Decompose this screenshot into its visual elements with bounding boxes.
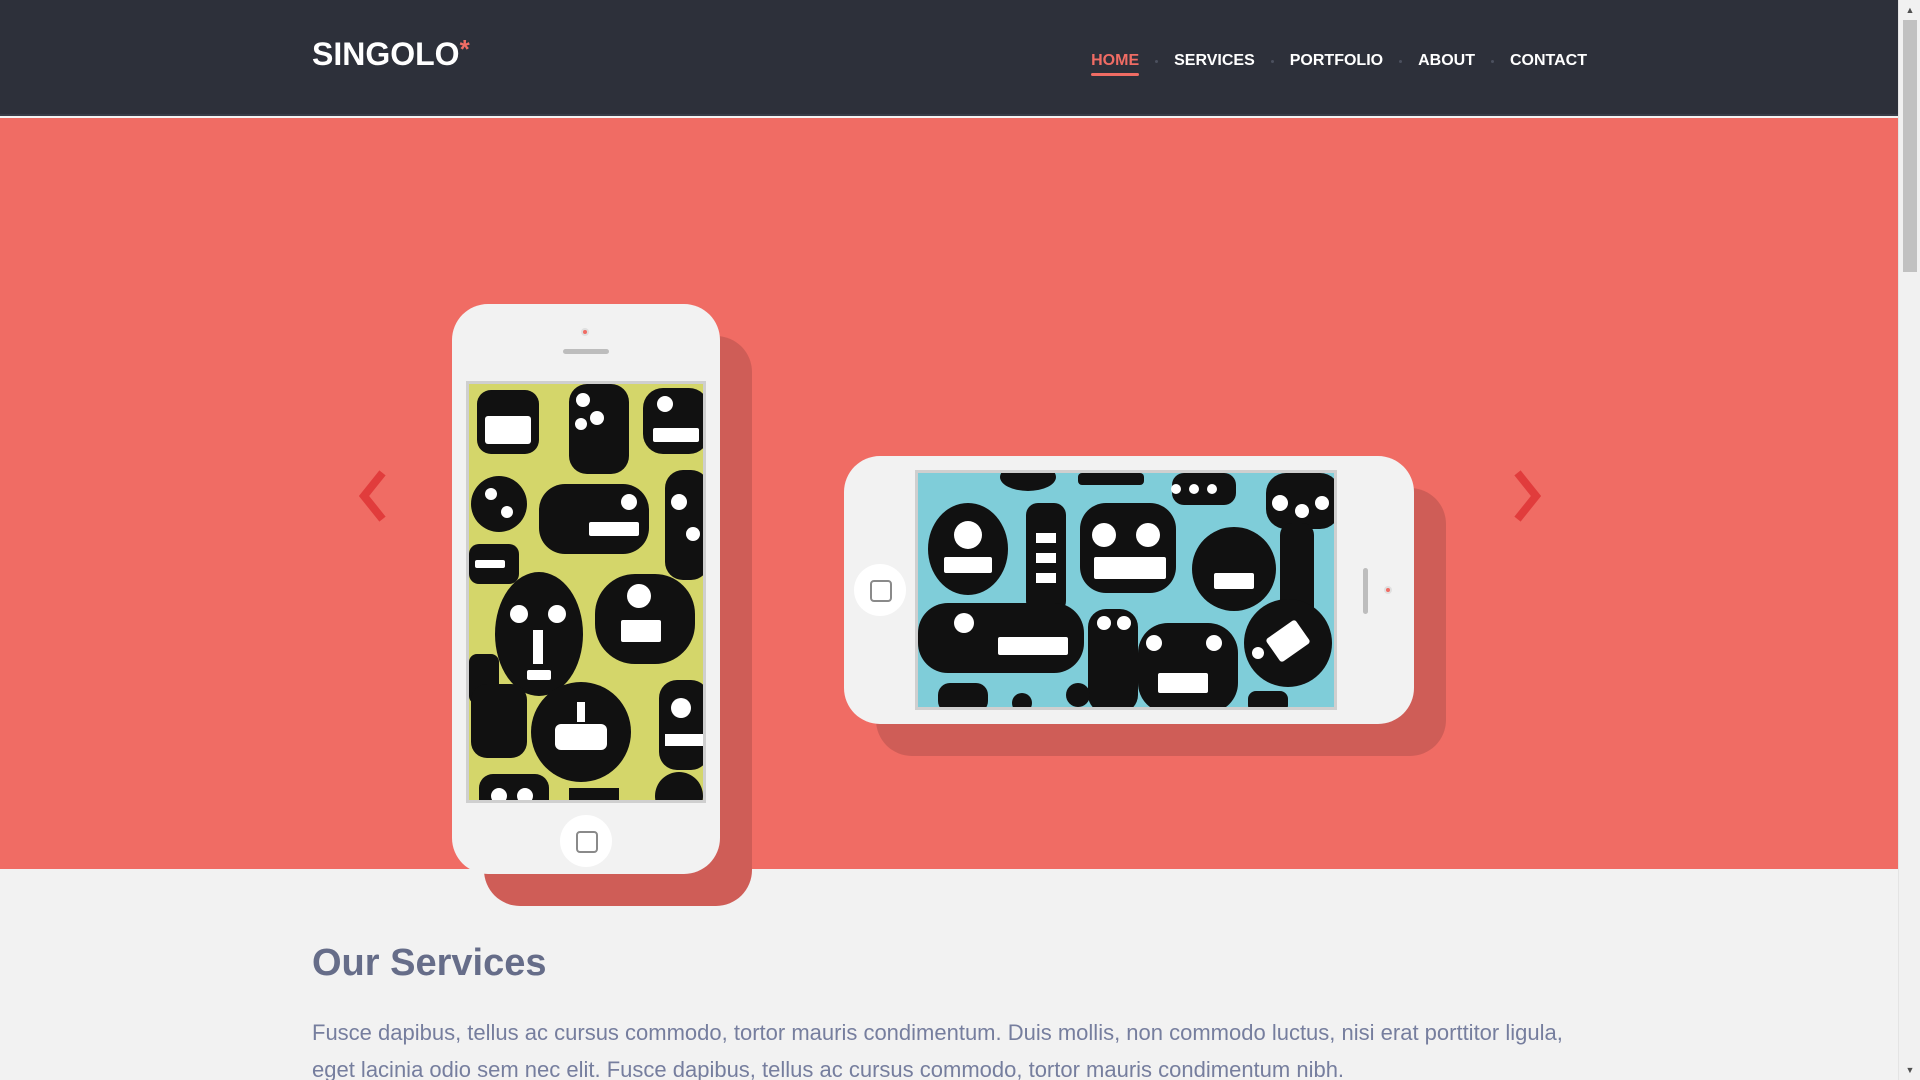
phone-screen-horizontal[interactable] [915,470,1337,710]
speaker-icon [563,349,609,354]
monster-pattern-image [918,473,1334,707]
page: SINGOLO* HOME SERVICES PORTFOLIO ABOUT C… [0,0,1898,1080]
monster-pattern-image [469,384,703,800]
phone-screen-vertical[interactable] [466,381,706,803]
nav-separator [1270,59,1274,63]
chevron-left-icon [358,470,386,522]
camera-icon [1384,586,1392,594]
site-header: SINGOLO* HOME SERVICES PORTFOLIO ABOUT C… [0,0,1898,116]
vertical-phone[interactable] [452,304,720,874]
nav-portfolio[interactable]: PORTFOLIO [1290,52,1383,76]
nav-contact[interactable]: CONTACT [1510,52,1587,76]
main-nav: HOME SERVICES PORTFOLIO ABOUT CONTACT [1091,52,1587,76]
services-description: Fusce dapibus, tellus ac cursus commodo,… [312,1020,1563,1080]
scroll-up-arrow-icon[interactable]: ▲ [1899,0,1920,20]
camera-icon [581,328,589,336]
horizontal-phone[interactable] [844,456,1414,724]
nav-services[interactable]: SERVICES [1174,52,1255,76]
home-button-icon [854,564,906,616]
nav-separator [1399,59,1403,63]
logo-text: SINGOLO [312,36,460,72]
slider-next-button[interactable] [1508,466,1548,526]
scroll-down-arrow-icon[interactable]: ▼ [1899,1060,1920,1080]
nav-about[interactable]: ABOUT [1418,52,1475,76]
nav-separator [1155,59,1159,63]
nav-separator [1490,59,1494,63]
services-heading: Our Services [312,942,547,984]
chevron-right-icon [1514,470,1542,522]
nav-home[interactable]: HOME [1091,52,1140,76]
speaker-icon [1363,568,1368,614]
vertical-scrollbar[interactable]: ▲ ▼ [1898,0,1920,1080]
slider-prev-button[interactable] [352,466,392,526]
logo-star: * [459,34,470,64]
home-button-icon [560,815,612,867]
hero-slider [0,118,1898,906]
logo[interactable]: SINGOLO* [312,34,470,73]
scrollbar-thumb[interactable] [1903,20,1917,272]
